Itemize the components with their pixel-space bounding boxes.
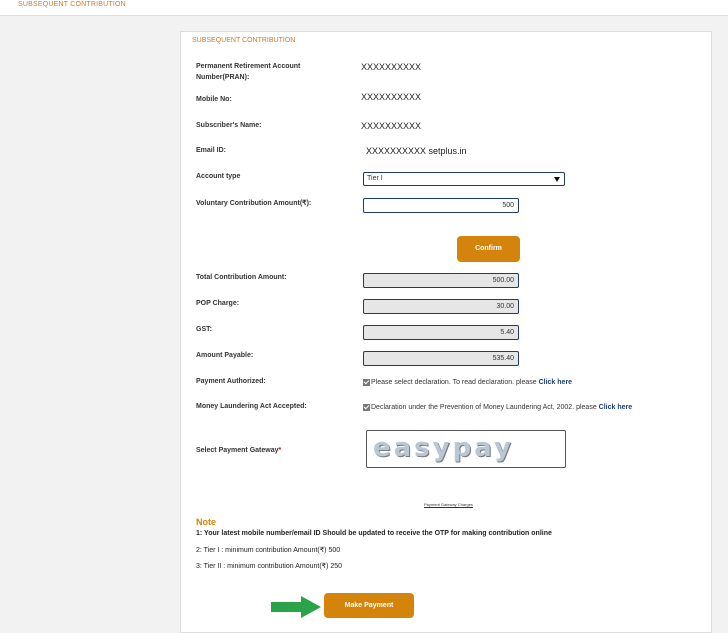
caret-down-icon xyxy=(554,177,560,182)
gst-label: GST: xyxy=(196,326,212,333)
note-item: 3: Tier II : minimum contribution Amount… xyxy=(196,563,343,570)
amount-payable-field: 535.40 xyxy=(363,351,519,366)
pop-charge-field: 30.00 xyxy=(363,299,519,314)
easypay-gateway-option[interactable]: easypay xyxy=(366,430,566,468)
note-title: Note xyxy=(196,517,216,527)
contribution-panel: SUBSEQUENT CONTRIBUTION Permanent Retire… xyxy=(180,31,712,633)
voluntary-amount-label: Voluntary Contribution Amount(₹): xyxy=(196,200,312,207)
amount-payable-label: Amount Payable: xyxy=(196,352,254,359)
required-mark: * xyxy=(278,447,282,454)
top-bar: SUBSEQUENT CONTRIBUTION xyxy=(0,0,728,16)
payment-gateway-label: Select Payment Gateway* xyxy=(196,447,282,454)
total-contribution-label: Total Contribution Amount: xyxy=(196,274,287,281)
money-laundering-row: Declaration under the Prevention of Mone… xyxy=(363,403,632,413)
subscriber-name-label: Subscriber's Name: xyxy=(196,122,262,129)
note-item: 2: Tier I : minimum contribution Amount(… xyxy=(196,547,341,554)
email-value: XXXXXXXXXX setplus.in xyxy=(366,146,467,156)
panel-title: SUBSEQUENT CONTRIBUTION xyxy=(192,37,296,44)
money-laundering-checkbox[interactable] xyxy=(363,403,370,411)
mobile-value: XXXXXXXXXX xyxy=(361,92,422,102)
make-payment-button[interactable]: Make Payment xyxy=(324,593,414,618)
money-laundering-link[interactable]: Click here xyxy=(599,404,632,411)
pran-value: XXXXXXXXXX xyxy=(361,62,422,72)
money-laundering-text: Declaration under the Prevention of Mone… xyxy=(371,404,599,411)
confirm-button[interactable]: Confirm xyxy=(457,236,520,262)
note-item: 1: Your latest mobile number/email ID Sh… xyxy=(196,530,552,537)
payment-authorized-checkbox[interactable] xyxy=(363,378,370,386)
payment-authorized-label: Payment Authorized: xyxy=(196,378,266,385)
gateway-charges-link[interactable]: Payment Gateway Charges xyxy=(424,502,473,507)
payment-authorized-text: Please select declaration. To read decla… xyxy=(371,379,539,386)
email-label: Email ID: xyxy=(196,147,226,154)
pran-label: Permanent Retirement Account Number(PRAN… xyxy=(196,63,301,81)
gst-field: 5.40 xyxy=(363,325,519,340)
voluntary-amount-input[interactable]: 500 xyxy=(363,198,519,213)
payment-authorized-row: Please select declaration. To read decla… xyxy=(363,378,572,388)
account-type-selected: Tier I xyxy=(367,175,383,182)
pop-charge-label: POP Charge: xyxy=(196,300,240,307)
mobile-label: Mobile No: xyxy=(196,96,232,103)
account-type-label: Account type xyxy=(196,173,241,180)
account-type-select[interactable]: Tier I xyxy=(363,172,565,186)
money-laundering-label: Money Laundering Act Accepted: xyxy=(196,403,307,410)
subscriber-name-value: XXXXXXXXXX xyxy=(361,121,422,131)
payment-declaration-link[interactable]: Click here xyxy=(539,379,572,386)
total-contribution-field: 500.00 xyxy=(363,273,519,288)
easypay-logo: easypay xyxy=(373,433,514,463)
pointing-arrow-icon xyxy=(271,596,321,618)
page-title: SUBSEQUENT CONTRIBUTION xyxy=(18,1,126,8)
